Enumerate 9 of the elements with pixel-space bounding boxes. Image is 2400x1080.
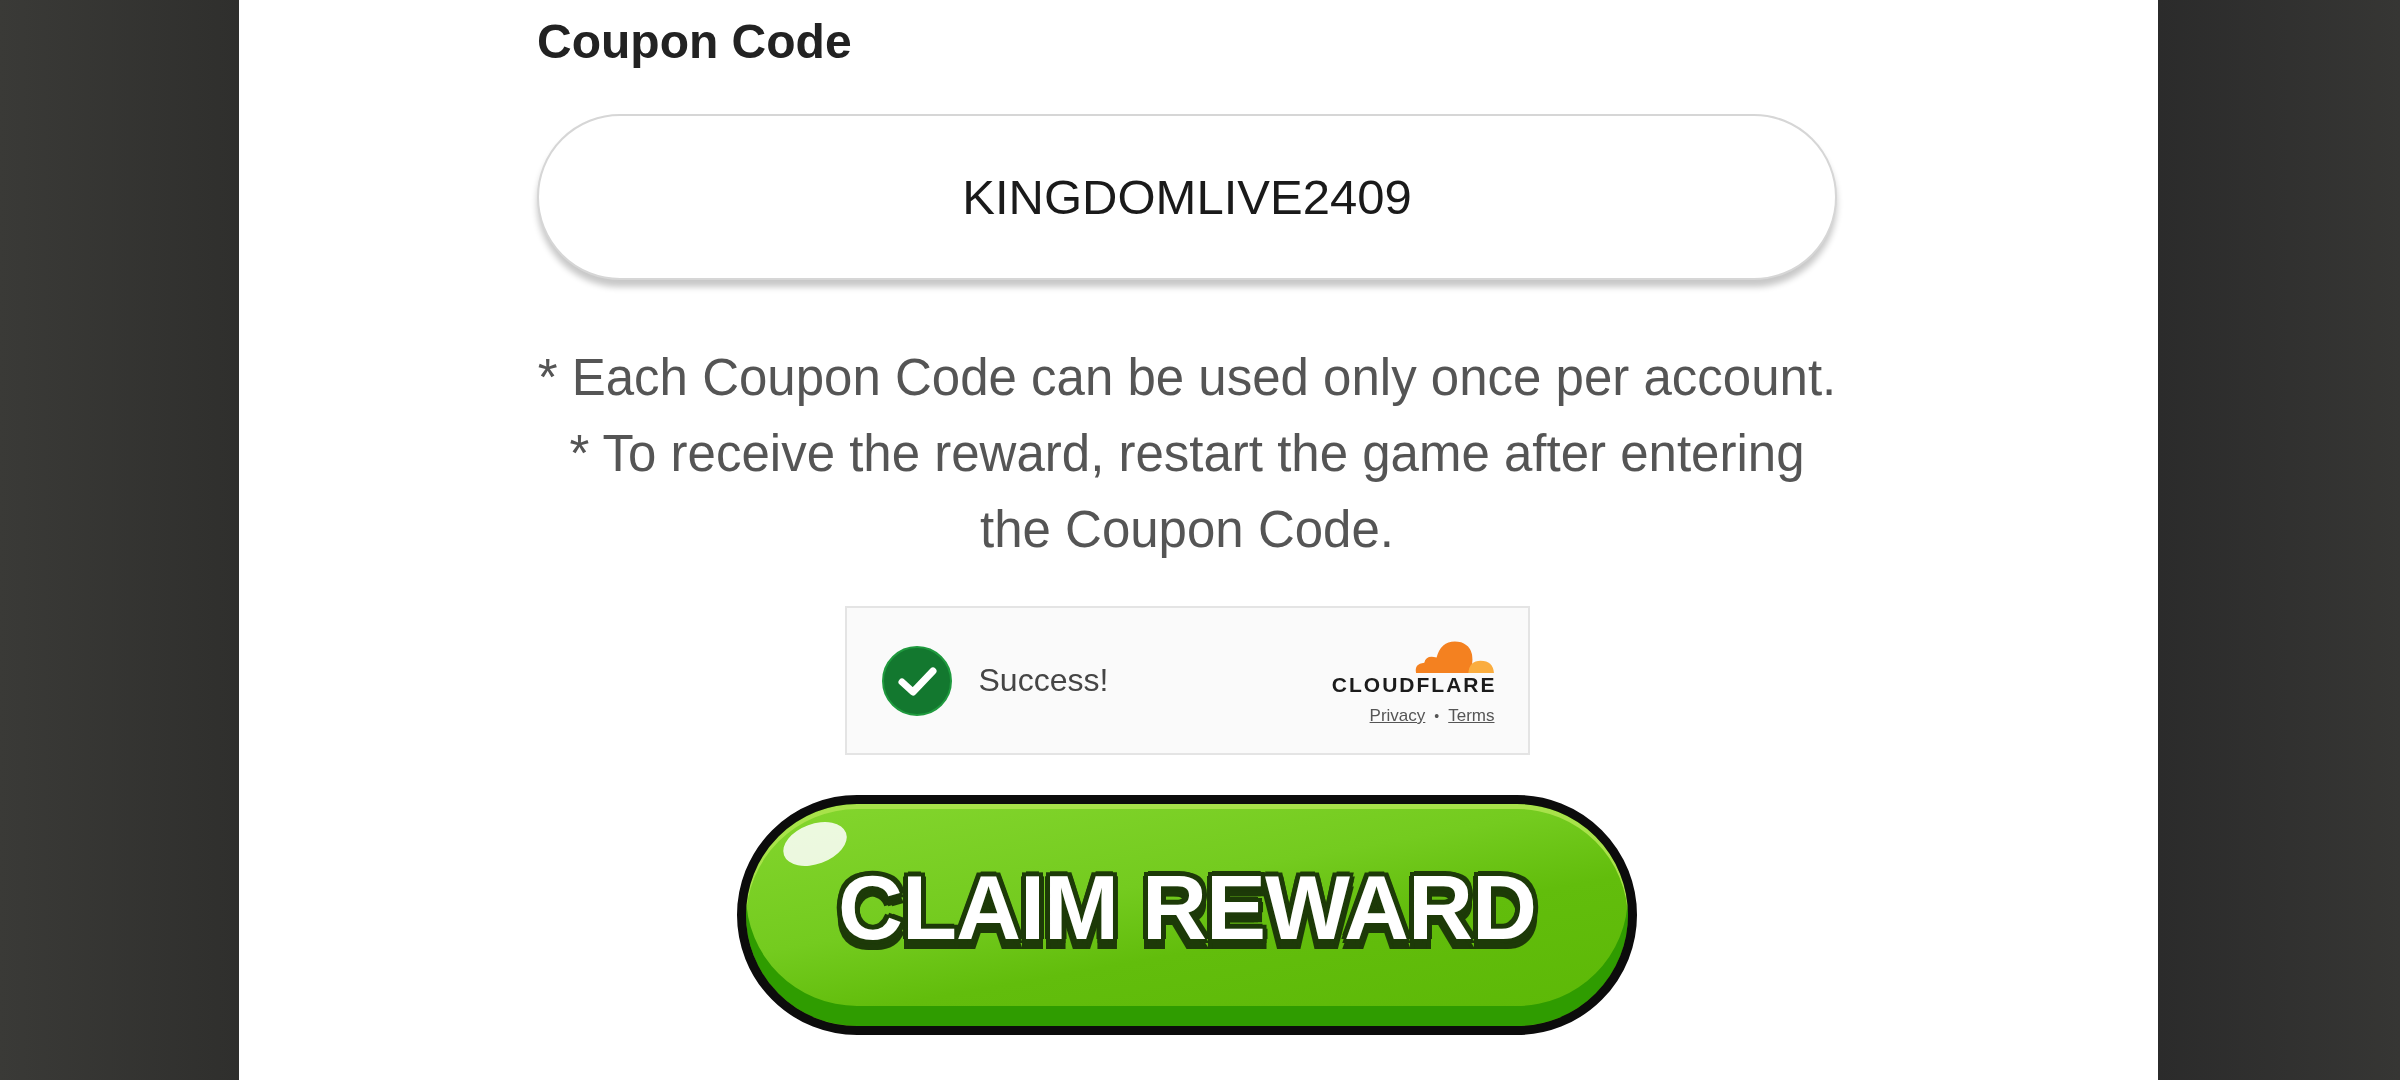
note-text: * Each Coupon Code can be used only once per account. [536, 348, 1838, 408]
coupon-code-field[interactable]: KINGDOMLIVE2409 [537, 114, 1837, 280]
status-text: Success! [978, 662, 1109, 699]
note-text: * To receive the reward, restart the game after entering the Coupon Code. [568, 424, 1806, 560]
policy-link[interactable]: Terms [1448, 706, 1495, 726]
policy-link[interactable]: Privacy [1369, 706, 1426, 726]
brand-wordmark: CLOUDFLARE [1331, 674, 1497, 696]
field-label: Coupon Code [537, 14, 852, 70]
bullet-separator: • [1434, 707, 1440, 726]
